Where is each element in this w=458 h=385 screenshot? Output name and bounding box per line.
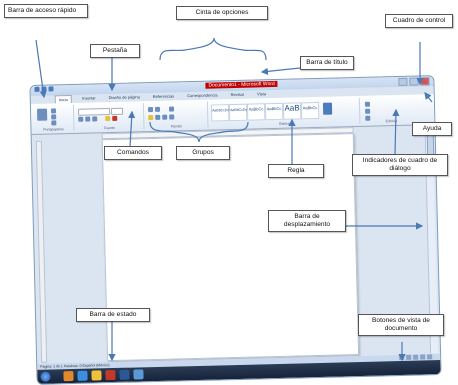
callout-help: Ayuda (412, 122, 452, 137)
callout-ruler: Regla (268, 164, 324, 179)
callout-groups: Grupos (176, 146, 230, 161)
callout-tab: Pestaña (90, 44, 140, 59)
callout-dialog-launchers: Indicadores de cuadro de diálogo (352, 154, 448, 177)
callout-title-bar: Barra de título (300, 56, 354, 71)
callout-commands: Comandos (104, 146, 162, 161)
callout-ribbon: Cinta de opciones (176, 6, 268, 21)
callout-status-bar: Barra de estado (76, 308, 150, 323)
callout-view-buttons: Botones de vista de documento (358, 314, 444, 337)
callout-control-box: Cuadro de control (385, 14, 453, 29)
callout-quick-access: Barra de acceso rápido (4, 4, 88, 19)
callout-scrollbar: Barra de desplazamiento (268, 210, 346, 233)
